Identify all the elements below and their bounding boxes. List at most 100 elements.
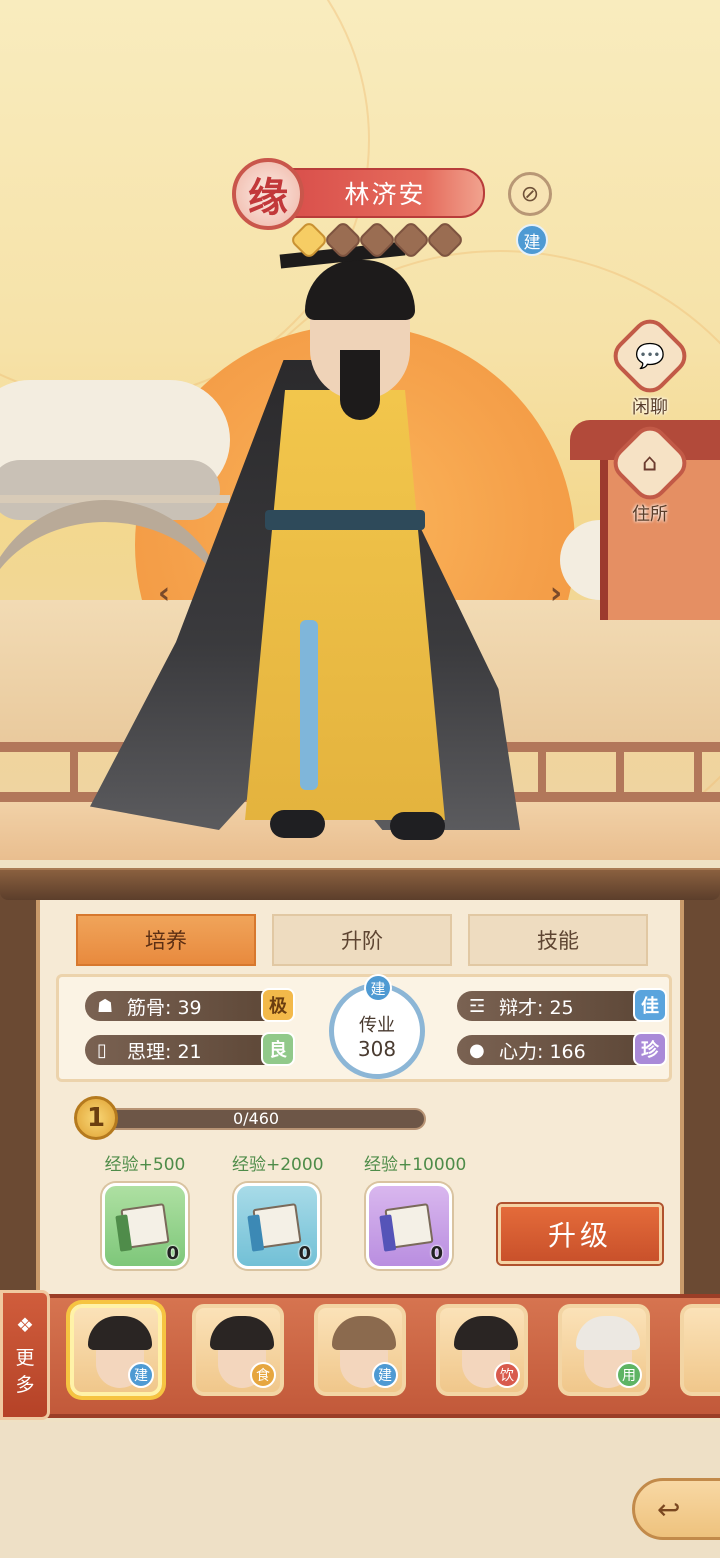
house-icon: ⌂: [642, 448, 658, 477]
roster-portrait-partial[interactable]: [680, 1304, 720, 1396]
experience-bar: 0/460: [86, 1108, 426, 1130]
exp-item-10000[interactable]: 经验+10000 0: [364, 1150, 467, 1269]
portrait-badge: 食: [250, 1362, 276, 1388]
chat-label: 闲聊: [632, 397, 668, 418]
grade-badge: 良: [261, 1032, 295, 1066]
stat-biancai-label: 辩才: 25: [499, 996, 574, 1019]
character-name-banner: 林济安: [285, 168, 485, 218]
character-type-tag: 建: [516, 224, 548, 256]
stat-xinli-label: 心力: 166: [499, 1040, 586, 1063]
portrait-badge: 建: [128, 1362, 154, 1388]
back-button[interactable]: ↩: [632, 1478, 720, 1540]
grade-badge: 极: [261, 988, 295, 1022]
residence-button[interactable]: ⌂ 住所: [606, 419, 694, 526]
chat-button[interactable]: 💬 闲聊: [606, 312, 694, 419]
stat-jingu[interactable]: ☗ 筋骨: 39 极: [85, 988, 295, 1022]
character-shoe: [390, 812, 445, 840]
panel-tabs: 培养 升阶 技能: [76, 914, 648, 966]
portrait-badge: 建: [372, 1362, 398, 1388]
roster-portrait[interactable]: 饮: [436, 1304, 528, 1396]
character-figure[interactable]: [70, 230, 550, 860]
portrait-badge: 用: [616, 1362, 642, 1388]
item-count: 0: [430, 1243, 443, 1264]
legacy-value: 308: [357, 1037, 397, 1061]
portrait-hair: [576, 1316, 640, 1350]
panel-top-bar: [0, 870, 720, 900]
exp-item-label: 经验+500: [104, 1155, 186, 1175]
star-rating: [289, 220, 465, 260]
share-icon: ⊘: [520, 181, 540, 207]
roster-portrait[interactable]: 建: [70, 1304, 162, 1396]
stats-box: ☗ 筋骨: 39 极 ▯ 思理: 21 良 建 传业 308 ☲ 辩才: 25 …: [56, 974, 672, 1082]
star-icon: [391, 220, 431, 260]
roster-portrait[interactable]: 食: [192, 1304, 284, 1396]
portrait-badge: 饮: [494, 1362, 520, 1388]
experience-text: 0/460: [232, 1109, 280, 1128]
grade-badge: 佳: [633, 988, 667, 1022]
character-belt: [265, 510, 425, 530]
portrait-hair: [88, 1316, 152, 1350]
training-panel: 培养 升阶 技能 ☗ 筋骨: 39 极 ▯ 思理: 21 良 建 传业 308 …: [36, 900, 684, 1298]
bottom-area: [0, 1422, 720, 1558]
star-icon: [425, 220, 465, 260]
grade-badge: 珍: [633, 1032, 667, 1066]
strength-icon: ☗: [97, 995, 114, 1017]
stat-jingu-label: 筋骨: 39: [127, 996, 202, 1019]
chat-bubble-icon: 💬: [635, 341, 665, 370]
level-indicator: 1: [74, 1096, 118, 1140]
roster-portrait[interactable]: 用: [558, 1304, 650, 1396]
back-arrow-icon: ↩: [657, 1492, 681, 1526]
tab-skills[interactable]: 技能: [468, 914, 648, 966]
exp-item-box: 0: [234, 1183, 320, 1269]
star-icon: [323, 220, 363, 260]
more-button[interactable]: ❖ 更 多: [0, 1290, 50, 1420]
legacy-tag: 建: [364, 974, 392, 1002]
tab-training[interactable]: 培养: [76, 914, 256, 966]
book-icon: [120, 1203, 170, 1249]
character-name: 林济安: [344, 180, 426, 209]
residence-button-frame: ⌂: [606, 419, 694, 507]
stat-sili[interactable]: ▯ 思理: 21 良: [85, 1032, 295, 1066]
grid-icon: ❖: [16, 1313, 34, 1337]
item-count: 0: [298, 1243, 311, 1264]
exp-item-label: 经验+10000: [364, 1155, 467, 1175]
roster-portrait[interactable]: 建: [314, 1304, 406, 1396]
apple-icon: ●: [469, 1039, 485, 1061]
character-beard: [340, 350, 380, 420]
stat-sili-label: 思理: 21: [127, 1040, 202, 1063]
exp-item-label: 经验+2000: [232, 1155, 324, 1175]
roster-portraits: 建 食 建 饮 用: [70, 1304, 650, 1396]
next-character-arrow[interactable]: ›: [538, 575, 574, 611]
residence-label: 住所: [632, 504, 668, 525]
book-icon: [384, 1203, 434, 1249]
book-icon: [252, 1203, 302, 1249]
portrait-hair: [210, 1316, 274, 1350]
exp-item-box: 0: [102, 1183, 188, 1269]
character-sash: [300, 620, 318, 790]
star-icon: [357, 220, 397, 260]
legacy-label: 传业: [359, 1015, 395, 1036]
eloquence-icon: ☲: [469, 995, 486, 1017]
chat-button-frame: 💬: [606, 312, 694, 400]
item-count: 0: [166, 1243, 179, 1264]
upgrade-button[interactable]: 升级: [498, 1204, 662, 1264]
scroll-icon: ▯: [97, 1039, 107, 1061]
exp-item-500[interactable]: 经验+500 0: [100, 1150, 190, 1269]
prev-character-arrow[interactable]: ‹: [146, 575, 182, 611]
fate-badge[interactable]: 缘: [232, 158, 304, 230]
more-label-2: 多: [15, 1374, 35, 1396]
stat-xinli[interactable]: ● 心力: 166 珍: [457, 1032, 667, 1066]
stat-biancai[interactable]: ☲ 辩才: 25 佳: [457, 988, 667, 1022]
tab-promote[interactable]: 升阶: [272, 914, 452, 966]
exp-item-2000[interactable]: 经验+2000 0: [232, 1150, 324, 1269]
star-icon: [289, 220, 329, 260]
background-scene: [0, 0, 720, 860]
character-shoe: [270, 810, 325, 838]
exp-items: 经验+500 0 经验+2000 0 经验+10000 0: [100, 1150, 467, 1269]
portrait-hair: [332, 1316, 396, 1350]
legacy-circle[interactable]: 建 传业 308: [329, 974, 425, 1079]
share-button[interactable]: ⊘: [508, 172, 552, 216]
fate-badge-text: 缘: [248, 174, 288, 221]
exp-item-box: 0: [366, 1183, 452, 1269]
more-label-1: 更: [15, 1347, 35, 1369]
